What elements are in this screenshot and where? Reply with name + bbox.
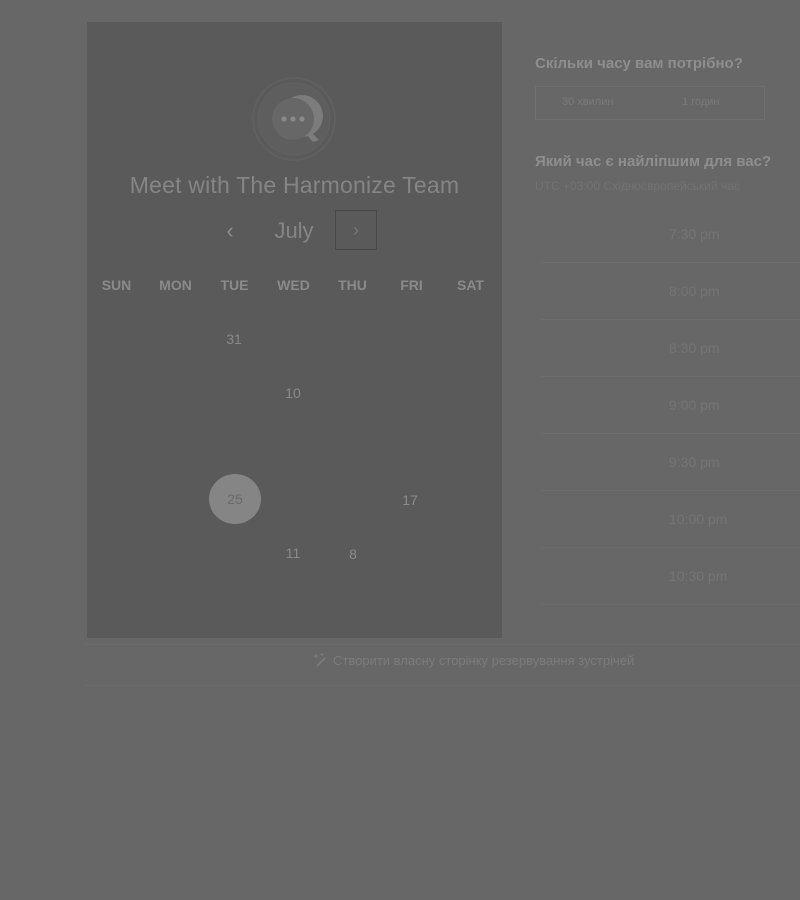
next-month-button[interactable]: ›	[335, 210, 377, 250]
calendar-day[interactable]: 8	[327, 546, 379, 566]
weekday-header: SUN MON TUE WED THU FRI SAT	[87, 277, 502, 295]
timeslot-label: 8:00 pm	[669, 283, 720, 299]
duration-option-1h[interactable]: 1 годин	[682, 96, 719, 108]
team-logo	[251, 76, 337, 162]
page: Meet with The Harmonize Team ‹ July › SU…	[0, 0, 800, 900]
timeslot-label: 9:00 pm	[669, 397, 720, 413]
wand-icon	[314, 653, 326, 667]
timezone-label[interactable]: UTC +03:00 Східноєвропейський час	[535, 179, 800, 193]
timeslot-label: 10:00 pm	[669, 511, 728, 527]
timeslot-item[interactable]: 8:00 pm	[541, 263, 800, 320]
timeslot-item[interactable]: 8:30 pm	[541, 320, 800, 377]
selected-day-label: 25	[227, 491, 243, 507]
timeslot-item[interactable]: 7:30 pm	[541, 206, 800, 263]
calendar-day[interactable]: 17	[384, 492, 436, 512]
calendar-day[interactable]: 31	[208, 331, 260, 351]
weekday-sat: SAT	[457, 277, 484, 293]
weekday-thu: THU	[338, 277, 367, 293]
chat-bubble-icon	[252, 77, 336, 161]
timeslot-item[interactable]: 9:30 pm	[541, 434, 800, 491]
timeslot-title: Який час є найліпшим для вас?	[535, 153, 772, 170]
create-booking-page-label: Створити власну сторінку резервування зу…	[333, 652, 635, 668]
calendar-day-selected[interactable]: 25	[209, 474, 261, 524]
calendar-day[interactable]: 11	[267, 545, 319, 565]
month-navigation: ‹ July ›	[87, 210, 502, 252]
timeslot-label: 7:30 pm	[669, 226, 720, 242]
weekday-sun: SUN	[101, 277, 132, 293]
duration-selector: 30 хвилин 1 годин	[535, 86, 765, 120]
weekday-mon: MON	[159, 277, 192, 293]
month-label: July	[274, 218, 314, 243]
weekday-tue: TUE	[220, 277, 249, 293]
duration-title: Скільки часу вам потрібно?	[535, 55, 743, 72]
weekday-wed: WED	[277, 277, 310, 293]
create-booking-page-link[interactable]: Створити власну сторінку резервування зу…	[313, 652, 634, 668]
timeslot-item[interactable]: 10:30 pm	[541, 548, 800, 605]
chevron-right-icon: ›	[353, 219, 359, 240]
duration-option-30min[interactable]: 30 хвилин	[562, 96, 613, 108]
calendar-panel: Meet with The Harmonize Team ‹ July › SU…	[87, 22, 502, 638]
timeslot-label: 10:30 pm	[669, 568, 728, 584]
prev-month-button[interactable]: ‹	[213, 214, 247, 248]
calendar-day[interactable]: 10	[267, 385, 319, 405]
timeslot-item[interactable]: 10:00 pm	[541, 491, 800, 548]
timeslot-label: 9:30 pm	[669, 454, 720, 470]
timeslot-label: 8:30 pm	[669, 340, 720, 356]
timeslot-item[interactable]: 9:00 pm	[541, 377, 800, 434]
timeslot-list: 7:30 pm 8:00 pm 8:30 pm 9:00 pm 9:30 pm …	[541, 206, 800, 605]
page-title: Meet with The Harmonize Team	[129, 172, 460, 198]
chevron-left-icon: ‹	[226, 218, 234, 243]
weekday-fri: FRI	[400, 277, 423, 293]
